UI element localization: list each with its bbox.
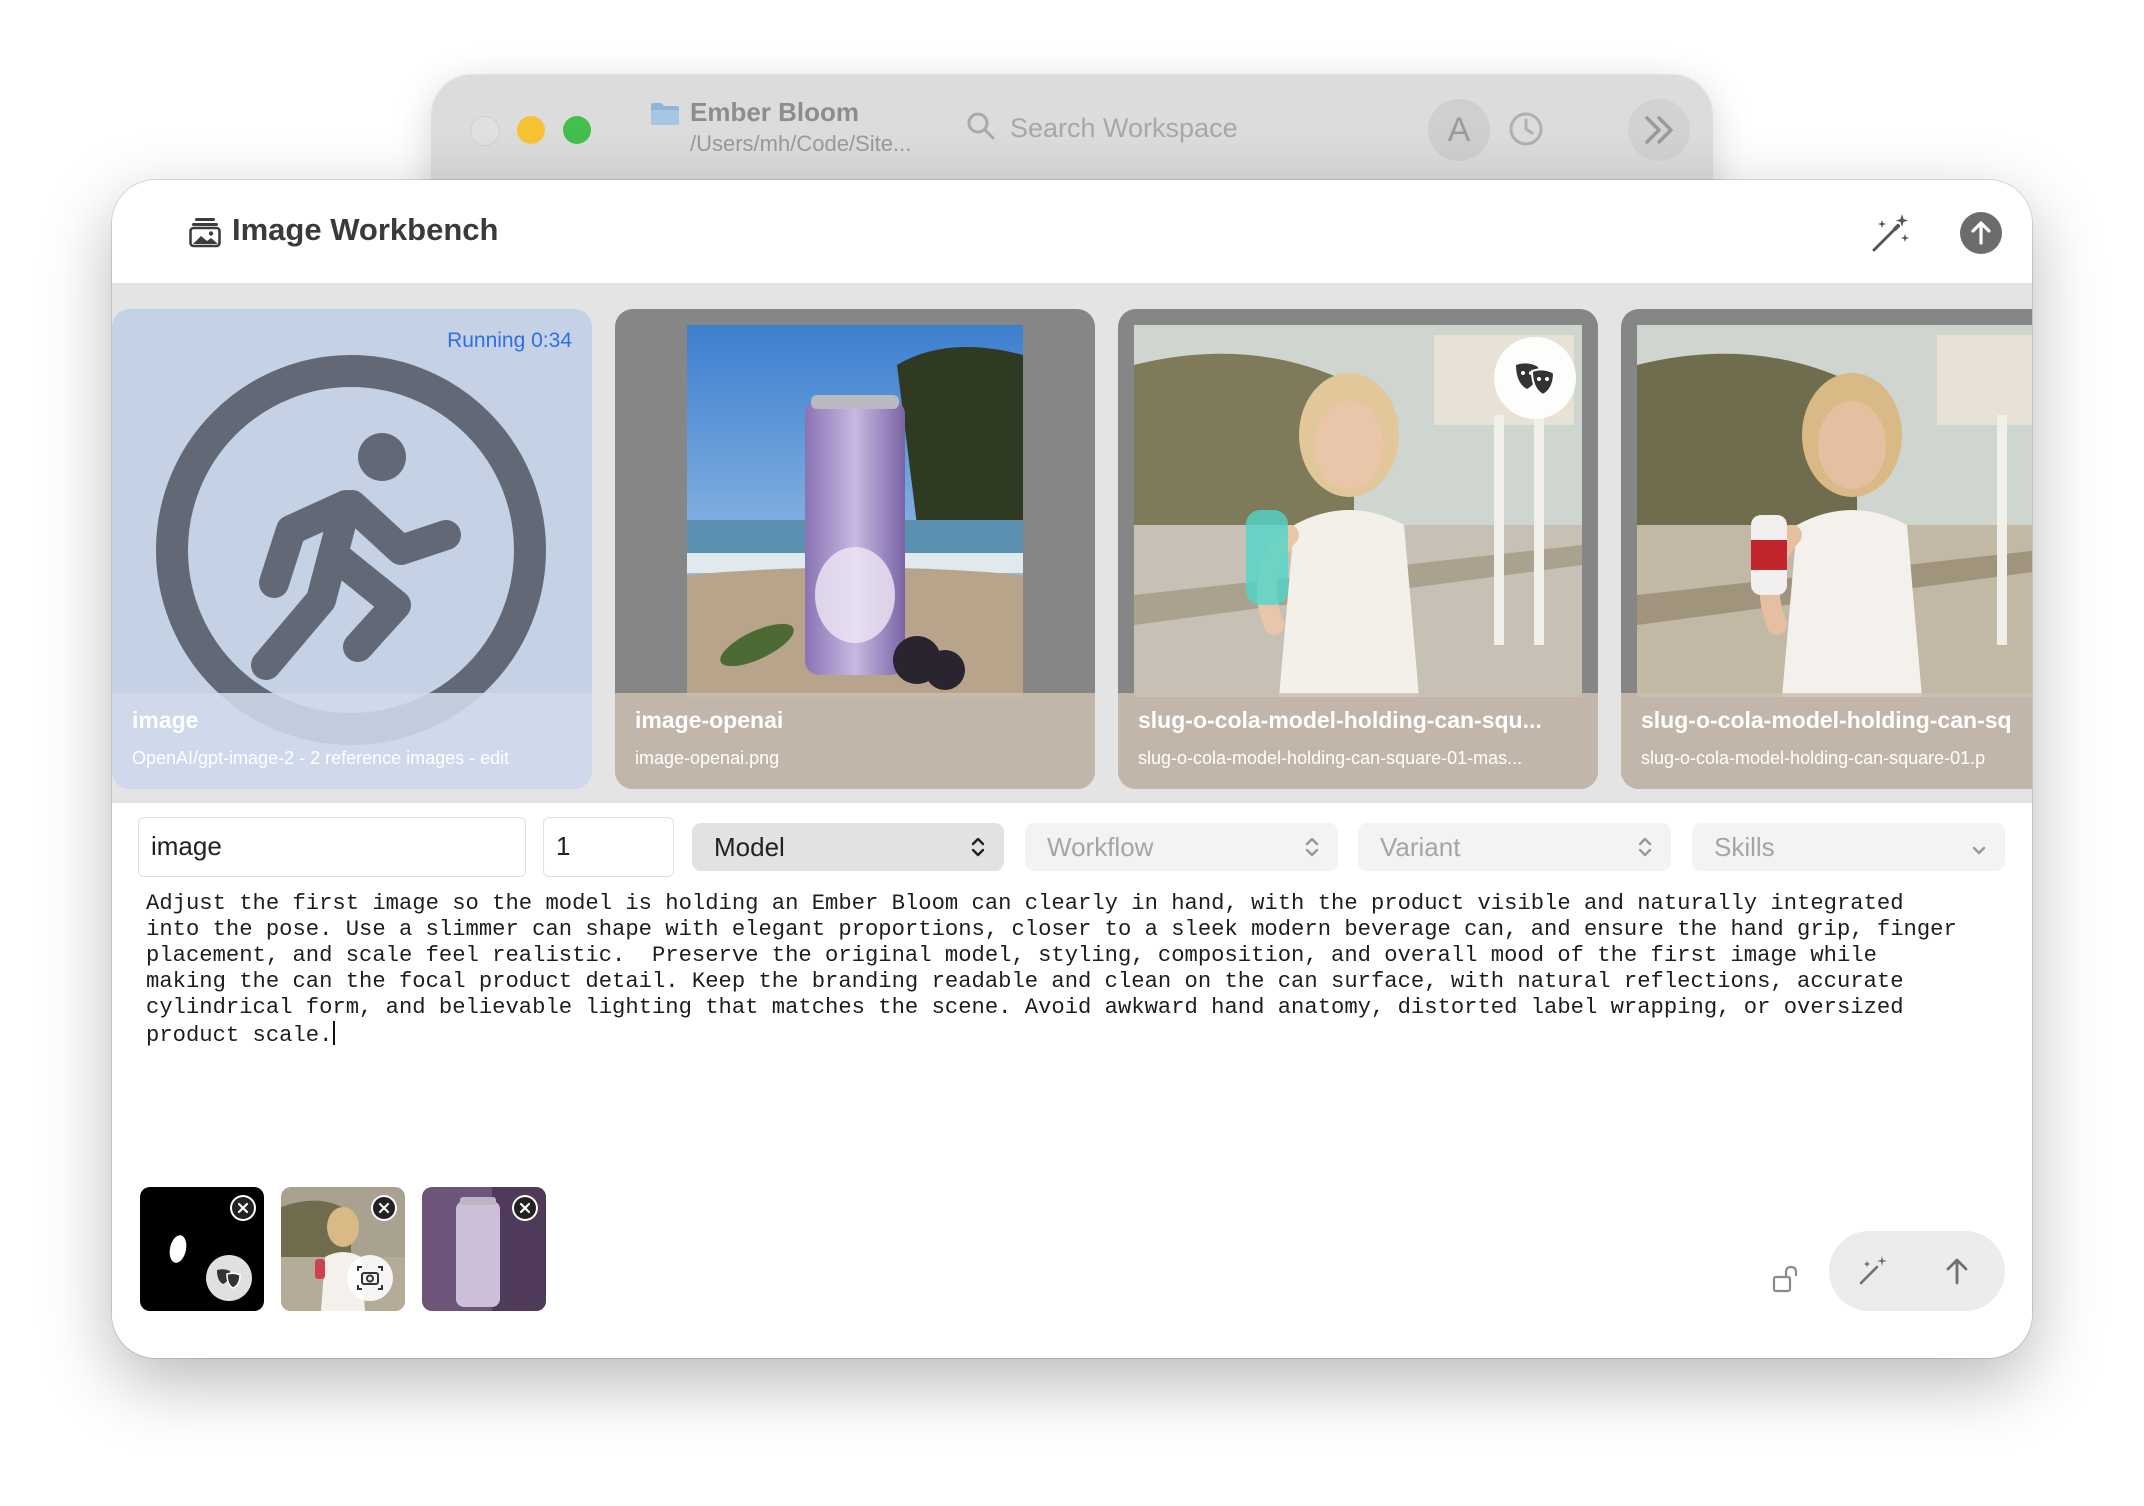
minimize-window-button[interactable] <box>517 116 545 144</box>
camera-viewfinder-icon <box>357 1266 383 1290</box>
reference-badge[interactable] <box>347 1255 393 1301</box>
can-on-beach-image <box>687 325 1023 697</box>
chevron-up-down-icon <box>971 837 985 857</box>
model-select-label: Model <box>714 832 785 862</box>
result-card-mask[interactable]: slug-o-cola-model-holding-can-squ... slu… <box>1118 309 1598 789</box>
attachment-photo[interactable] <box>281 1187 405 1311</box>
theater-masks-icon <box>217 1269 241 1289</box>
running-status: Running 0:34 <box>447 329 572 352</box>
card-title: image <box>132 707 199 733</box>
card-subtitle: slug-o-cola-model-holding-can-square-01.… <box>1641 748 1986 768</box>
chevron-up-down-icon <box>1638 837 1652 857</box>
skills-select[interactable]: Skills <box>1692 823 2005 871</box>
arrow-up-icon <box>1971 221 1991 245</box>
card-caption: image-openai image-openai.png <box>615 693 1095 789</box>
card-title: slug-o-cola-model-holding-can-squ... <box>1138 707 1542 733</box>
search-workspace-input[interactable]: Search Workspace <box>1010 113 1238 144</box>
output-name-input[interactable]: image <box>138 817 526 877</box>
project-path: /Users/mh/Code/Site... <box>690 131 912 156</box>
magic-wand-icon[interactable] <box>1853 1251 1893 1291</box>
upload-button[interactable] <box>1960 212 2002 254</box>
running-person-icon <box>156 355 546 745</box>
remove-attachment-button[interactable] <box>371 1195 397 1221</box>
folder-icon <box>651 103 679 125</box>
attachment-product[interactable] <box>422 1187 546 1311</box>
skills-select-label: Skills <box>1714 832 1775 862</box>
history-clock-icon[interactable] <box>1508 111 1544 147</box>
text-caret <box>333 1021 336 1045</box>
maximize-window-button[interactable] <box>563 116 591 144</box>
close-icon <box>373 1197 395 1219</box>
card-caption: image OpenAI/gpt-image-2 - 2 reference i… <box>112 693 592 789</box>
mask-badge[interactable] <box>206 1255 252 1301</box>
model-holding-can-image <box>1637 325 2032 697</box>
card-subtitle: image-openai.png <box>635 748 780 768</box>
prompt-textarea[interactable]: Adjust the first image so the model is h… <box>146 891 2006 1049</box>
card-subtitle: OpenAI/gpt-image-2 - 2 reference images … <box>132 748 510 768</box>
expand-button[interactable] <box>1628 99 1690 161</box>
image-workbench-window: Image Workbench Running 0:34 image OpenA… <box>112 180 2032 1358</box>
result-card-running[interactable]: Running 0:34 image OpenAI/gpt-image-2 - … <box>112 309 592 789</box>
prompt-text: Adjust the first image so the model is h… <box>146 891 1957 1048</box>
theater-masks-icon <box>1516 363 1556 397</box>
variant-select-label: Variant <box>1380 832 1461 862</box>
card-title: slug-o-cola-model-holding-can-sq <box>1641 707 2012 733</box>
magic-wand-icon[interactable] <box>1868 212 1912 256</box>
model-select[interactable]: Model <box>692 823 1004 871</box>
result-card-image-openai[interactable]: image-openai image-openai.png <box>615 309 1095 789</box>
card-caption: slug-o-cola-model-holding-can-squ... slu… <box>1118 693 1598 789</box>
chevron-down-icon <box>1972 846 1986 855</box>
remove-attachment-button[interactable] <box>512 1195 538 1221</box>
variant-select[interactable]: Variant <box>1358 823 1671 871</box>
chevron-up-down-icon <box>1305 837 1319 857</box>
mask-badge[interactable] <box>1494 337 1576 419</box>
workflow-select[interactable]: Workflow <box>1025 823 1338 871</box>
workflow-select-label: Workflow <box>1047 832 1154 862</box>
titlebar: Image Workbench <box>112 180 2032 283</box>
close-icon <box>514 1197 536 1219</box>
search-icon <box>967 112 995 140</box>
results-gallery[interactable]: Running 0:34 image OpenAI/gpt-image-2 - … <box>112 283 2032 803</box>
card-caption: slug-o-cola-model-holding-can-sq slug-o-… <box>1621 693 2032 789</box>
remove-attachment-button[interactable] <box>230 1195 256 1221</box>
arrow-up-icon[interactable] <box>1937 1251 1977 1291</box>
unlock-icon[interactable] <box>1770 1263 1802 1295</box>
card-subtitle: slug-o-cola-model-holding-can-square-01-… <box>1138 748 1523 768</box>
window-title: Image Workbench <box>232 212 499 247</box>
photo-stack-icon <box>189 218 221 248</box>
action-pill <box>1829 1231 2005 1311</box>
count-input[interactable]: 1 <box>543 817 674 877</box>
avatar[interactable]: A <box>1428 99 1490 161</box>
generation-form: image 1 Model Workflow Variant Skills Ad… <box>112 803 2032 1358</box>
result-card-model[interactable]: slug-o-cola-model-holding-can-sq slug-o-… <box>1621 309 2032 789</box>
attachment-mask[interactable] <box>140 1187 264 1311</box>
close-icon <box>232 1197 254 1219</box>
double-chevron-right-icon <box>1645 116 1673 144</box>
close-window-button[interactable] <box>470 116 500 146</box>
card-title: image-openai <box>635 707 784 733</box>
project-name[interactable]: Ember Bloom <box>690 97 859 128</box>
